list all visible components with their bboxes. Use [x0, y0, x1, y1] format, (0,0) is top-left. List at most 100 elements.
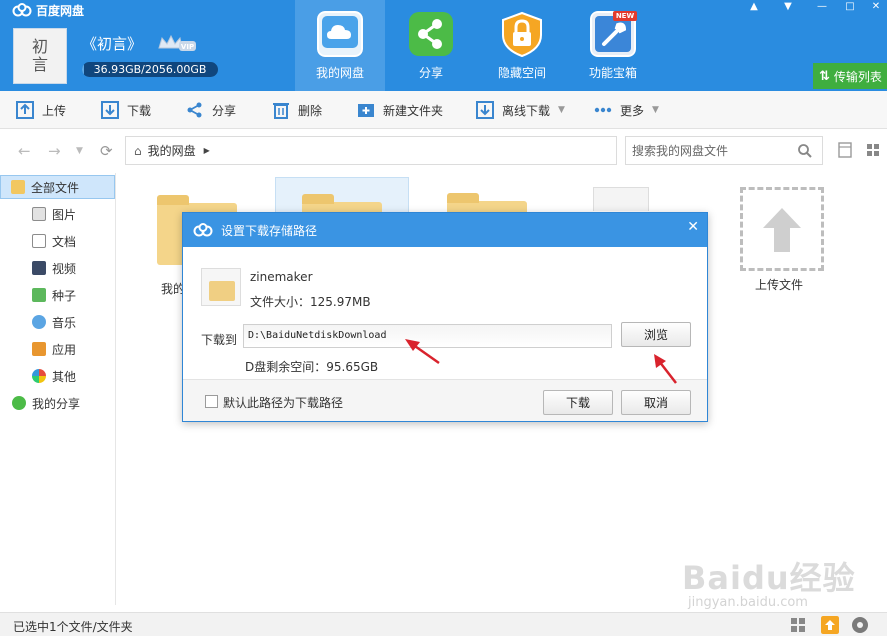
- new-folder-label: 新建文件夹: [383, 103, 444, 118]
- tab-hidden-space[interactable]: 隐藏空间: [477, 0, 567, 91]
- file-icon: [593, 187, 649, 211]
- upload-button[interactable]: 上传: [16, 91, 66, 129]
- chevron-down-icon[interactable]: ▼: [652, 105, 659, 115]
- upload-queue-icon[interactable]: [821, 616, 839, 634]
- storage-quota-bar: 36.93GB/2056.00GB: [82, 62, 218, 77]
- vip-crown-icon[interactable]: VIP: [157, 34, 197, 54]
- sidebar-item-documents[interactable]: 文档: [0, 229, 115, 253]
- minimize-icon[interactable]: —: [808, 0, 836, 12]
- username[interactable]: 《初言》: [82, 33, 142, 54]
- breadcrumb[interactable]: ⌂ 我的网盘 ▶: [125, 136, 617, 165]
- browse-button[interactable]: 浏览: [621, 322, 691, 347]
- share-icon: [409, 12, 453, 56]
- download-path-dialog: 设置下载存储路径 ✕ zinemaker 文件大小：125.97MB 下载到 D…: [182, 212, 708, 422]
- new-folder-icon: [358, 104, 374, 117]
- free-space-text: D盘剩余空间：95.65GB: [245, 360, 379, 374]
- history-dropdown-icon[interactable]: ▼: [76, 146, 83, 156]
- breadcrumb-arrow-icon[interactable]: ▶: [204, 146, 210, 155]
- default-path-checkbox[interactable]: [205, 395, 218, 408]
- tab-my-netdisk[interactable]: 我的网盘: [295, 0, 385, 91]
- delete-label: 删除: [298, 103, 323, 118]
- path-label: 下载到: [201, 333, 238, 347]
- grid-view-icon[interactable]: [866, 142, 880, 158]
- cloud-icon: [317, 11, 363, 57]
- avatar-text: 初言: [31, 37, 48, 74]
- tab-share[interactable]: 分享: [386, 0, 476, 91]
- status-text: 已选中1个文件/文件夹: [13, 620, 133, 634]
- sidebar-item-label: 其他: [52, 369, 77, 384]
- upload-label[interactable]: 上传文件: [755, 276, 803, 293]
- delete-button[interactable]: 删除: [272, 91, 322, 129]
- close-icon[interactable]: ✕: [862, 0, 887, 12]
- grid-apps-icon[interactable]: [789, 616, 807, 634]
- plugin-icon[interactable]: [851, 616, 869, 634]
- folder-icon: [201, 268, 241, 306]
- maximize-icon[interactable]: □: [836, 0, 864, 12]
- download-path-field[interactable]: D:\BaiduNetdiskDownload: [243, 324, 612, 348]
- upload-tile[interactable]: [740, 187, 824, 271]
- sidebar-item-torrents[interactable]: 种子: [0, 283, 115, 307]
- default-path-checkbox-label[interactable]: 默认此路径为下载路径: [223, 394, 343, 411]
- video-icon: [32, 261, 46, 275]
- back-arrow-icon[interactable]: ←: [18, 142, 31, 160]
- torrent-icon: [32, 288, 46, 302]
- search-input[interactable]: 搜索我的网盘文件: [625, 136, 823, 165]
- more-label: 更多: [620, 103, 645, 118]
- sidebar-item-label: 音乐: [52, 315, 77, 330]
- sidebar-item-videos[interactable]: 视频: [0, 256, 115, 280]
- cancel-button[interactable]: 取消: [621, 390, 691, 415]
- folder-icon: [11, 180, 25, 194]
- upload-arrow-icon: [763, 208, 801, 252]
- chevron-down-icon[interactable]: ▼: [558, 105, 565, 115]
- watermark-url: jingyan.baidu.com: [688, 595, 808, 610]
- transfer-list-button[interactable]: ⇅ 传输列表: [813, 63, 887, 89]
- toolbar: 上传 下载 分享 删除 新建文件夹 离线下载 ▼ 更多 ▼: [0, 91, 887, 129]
- bell-icon[interactable]: ▲: [740, 0, 768, 12]
- sidebar-item-music[interactable]: 音乐: [0, 310, 115, 334]
- list-view-icon[interactable]: [838, 142, 852, 158]
- avatar[interactable]: 初言: [13, 28, 67, 84]
- app-title: 百度网盘: [12, 1, 84, 19]
- tab-my-netdisk-label: 我的网盘: [315, 66, 364, 80]
- image-icon: [32, 207, 46, 221]
- file-size: 文件大小：125.97MB: [250, 295, 371, 309]
- menu-icon[interactable]: ▼: [774, 0, 802, 12]
- home-icon[interactable]: ⌂: [134, 144, 142, 158]
- sidebar-item-all-files[interactable]: 全部文件: [0, 175, 115, 199]
- refresh-icon[interactable]: ⟳: [100, 142, 113, 160]
- sidebar-item-apps[interactable]: 应用: [0, 337, 115, 361]
- baidu-jingyan-watermark: Baidu经验 jingyan.baidu.com: [680, 545, 880, 610]
- offline-download-icon: [476, 101, 494, 119]
- watermark-brand: Baidu经验: [682, 559, 856, 597]
- vip-label: VIP: [181, 43, 194, 51]
- baidu-cloud-logo-icon: [193, 223, 213, 237]
- more-button[interactable]: 更多 ▼: [594, 91, 659, 129]
- transfer-icon: ⇅: [819, 68, 830, 84]
- download-label: 下载: [127, 103, 152, 118]
- tab-toolbox-label: 功能宝箱: [588, 66, 637, 80]
- sidebar-item-label: 应用: [52, 342, 77, 357]
- search-icon[interactable]: [798, 144, 812, 158]
- new-badge: NEW: [613, 11, 637, 21]
- download-icon: [101, 101, 119, 119]
- offline-download-button[interactable]: 离线下载 ▼: [476, 91, 565, 129]
- sidebar-item-my-shares[interactable]: 我的分享: [0, 391, 115, 415]
- sidebar-item-images[interactable]: 图片: [0, 202, 115, 226]
- sidebar-item-label: 图片: [52, 207, 77, 222]
- search-placeholder: 搜索我的网盘文件: [632, 144, 729, 158]
- forward-arrow-icon[interactable]: →: [48, 142, 61, 160]
- sidebar-item-label: 视频: [52, 261, 77, 276]
- download-button[interactable]: 下载: [543, 390, 613, 415]
- more-icon: [594, 107, 612, 113]
- sidebar-item-other[interactable]: 其他: [0, 364, 115, 388]
- new-folder-button[interactable]: 新建文件夹: [357, 91, 443, 129]
- lock-icon: [502, 11, 542, 57]
- share-label: 分享: [212, 103, 237, 118]
- app-icon: [32, 342, 46, 356]
- storage-quota-text: 36.93GB/2056.00GB: [93, 63, 207, 76]
- breadcrumb-current[interactable]: 我的网盘: [148, 142, 196, 159]
- share-button[interactable]: 分享: [186, 91, 236, 129]
- dialog-title: 设置下载存储路径: [221, 223, 318, 238]
- download-button[interactable]: 下载: [101, 91, 151, 129]
- close-icon[interactable]: ✕: [687, 219, 699, 235]
